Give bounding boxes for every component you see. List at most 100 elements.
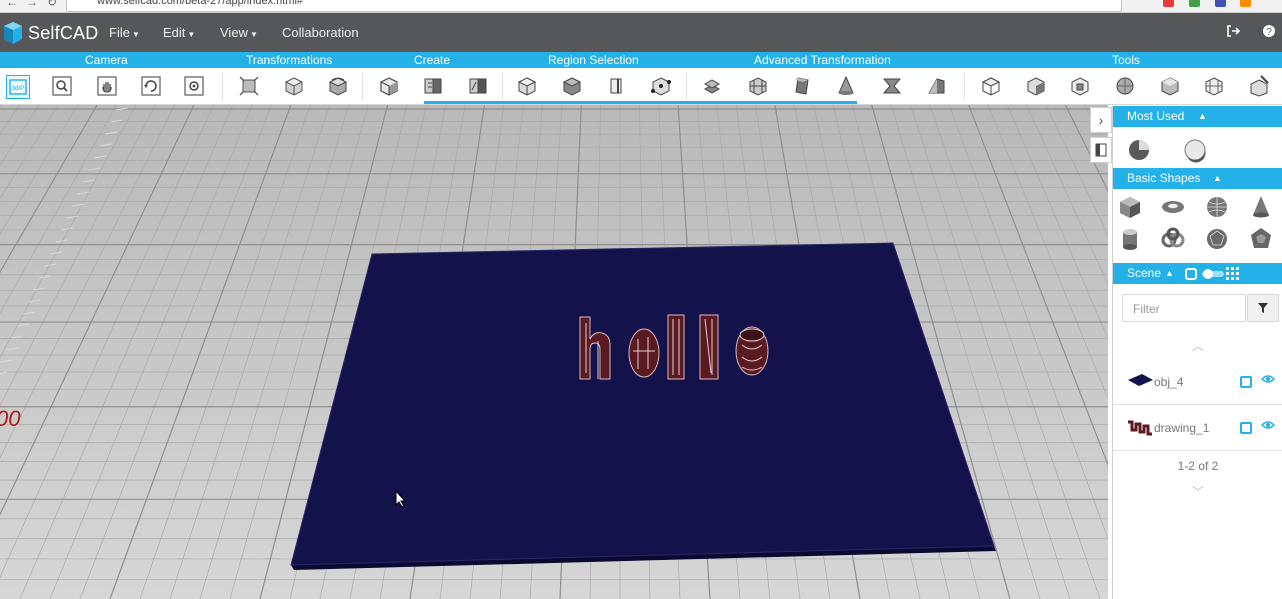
selfcad-logo[interactable]: SelfCAD <box>2 20 98 46</box>
filter-button[interactable] <box>1247 294 1279 322</box>
back-icon[interactable]: ← <box>6 0 18 9</box>
funnel-icon <box>1258 303 1268 313</box>
3d-sketch-button[interactable] <box>465 73 491 99</box>
view-toggle-switch[interactable] <box>1201 267 1225 281</box>
scene-label: Scene <box>1127 266 1162 280</box>
most-used-sphere-icon[interactable] <box>1181 136 1209 164</box>
chevron-up-icon: ▲ <box>1165 268 1174 278</box>
menu-view-label: View <box>220 25 248 40</box>
view-2d3d-label: 3d/P <box>12 86 24 92</box>
3d-viewport[interactable]: 00 <box>0 105 1108 599</box>
zoom-tool-button[interactable] <box>49 73 75 99</box>
forward-icon[interactable]: → <box>26 0 38 9</box>
torus-icon[interactable] <box>1159 193 1187 221</box>
scene-header[interactable]: Scene ▲ <box>1113 263 1282 284</box>
magic-tool-button[interactable] <box>1246 73 1272 99</box>
menu-edit[interactable]: Edit ▼ <box>163 25 195 40</box>
bend-button[interactable] <box>789 73 815 99</box>
panel-layout-icon <box>1095 143 1107 157</box>
category-tools[interactable]: Tools <box>1112 53 1140 67</box>
menu-view[interactable]: View ▼ <box>220 25 258 40</box>
extension-icon[interactable] <box>1215 0 1226 7</box>
subdivide-button[interactable] <box>745 73 771 99</box>
scroll-up-button[interactable]: ︿ <box>1113 337 1282 354</box>
basic-shapes-header[interactable]: Basic Shapes ▲ <box>1113 168 1282 189</box>
select-edge-button[interactable] <box>603 73 629 99</box>
rotate-view-button[interactable] <box>138 73 164 99</box>
cone-icon[interactable] <box>1247 193 1275 221</box>
grid-view-icon[interactable] <box>1226 267 1239 280</box>
ruler-label: 00 <box>0 406 21 431</box>
scene-canvas[interactable]: 00 <box>0 105 1108 599</box>
chevron-down-icon: ﹀ <box>1191 485 1204 499</box>
menu-collaboration[interactable]: Collaboration <box>282 25 359 40</box>
most-used-header[interactable]: Most Used ▲ <box>1113 106 1282 127</box>
category-advanced-transformation[interactable]: Advanced Transformation <box>754 53 891 67</box>
smooth-tool-button[interactable] <box>1157 73 1183 99</box>
rotate-tool-button[interactable] <box>325 73 351 99</box>
chevron-up-icon: ︿ <box>1191 339 1204 353</box>
scene-item-obj-4[interactable]: obj_4 <box>1113 360 1282 405</box>
sphere-icon[interactable] <box>1203 193 1231 221</box>
bevel-button[interactable] <box>923 73 949 99</box>
menu-file[interactable]: File ▼ <box>109 25 140 40</box>
help-icon[interactable]: ? <box>1262 24 1276 41</box>
draw-shape-button[interactable] <box>420 73 446 99</box>
extension-icon[interactable] <box>1240 0 1251 7</box>
select-all-icon[interactable] <box>1185 268 1197 280</box>
create-shape-button[interactable] <box>376 73 402 99</box>
reload-icon[interactable]: ↻ <box>47 0 57 9</box>
split-tool-button[interactable] <box>1067 73 1093 99</box>
extension-icon[interactable] <box>1189 0 1200 7</box>
toolbar: 3d/P <box>0 68 1282 105</box>
svg-text:?: ? <box>1266 27 1272 38</box>
extrude-button[interactable] <box>699 73 725 99</box>
category-transformations[interactable]: Transformations <box>246 53 332 67</box>
resize-tool-button[interactable] <box>281 73 307 99</box>
select-face-button[interactable] <box>559 73 585 99</box>
scene-filter-input[interactable]: Filter <box>1122 294 1246 322</box>
most-used-label: Most Used <box>1127 109 1185 123</box>
select-checkbox-icon[interactable] <box>1240 422 1252 434</box>
toolbar-separator <box>362 72 363 100</box>
mesh-tool-button[interactable] <box>1201 73 1227 99</box>
scene-item-drawing-1[interactable]: drawing_1 <box>1113 406 1282 451</box>
select-vertex-button[interactable] <box>648 73 674 99</box>
category-camera[interactable]: Camera <box>85 53 128 67</box>
move-tool-button[interactable] <box>236 73 262 99</box>
cube-icon[interactable] <box>1116 193 1144 221</box>
geosphere-icon[interactable] <box>1203 225 1231 253</box>
select-object-button[interactable] <box>514 73 540 99</box>
simplify-tool-button[interactable] <box>1112 73 1138 99</box>
reset-camera-button[interactable] <box>181 73 207 99</box>
measure-tool-button[interactable] <box>978 73 1004 99</box>
select-checkbox-icon[interactable] <box>1240 376 1252 388</box>
collapse-panel-button[interactable]: › <box>1090 107 1112 133</box>
visibility-eye-icon[interactable] <box>1261 374 1275 384</box>
chevron-right-icon: › <box>1098 112 1104 128</box>
workplate[interactable] <box>290 242 995 566</box>
logout-icon[interactable] <box>1226 24 1241 41</box>
chevron-up-icon: ▲ <box>1198 111 1207 121</box>
toolbar-separator <box>686 72 687 100</box>
toggle-panel-layout-button[interactable] <box>1090 137 1112 163</box>
dodecahedron-icon[interactable] <box>1247 225 1275 253</box>
menu-edit-label: Edit <box>163 25 186 40</box>
plate-thumbnail-icon <box>1128 374 1153 386</box>
scroll-down-button[interactable]: ﹀ <box>1113 483 1282 500</box>
pan-tool-button[interactable] <box>94 73 120 99</box>
knot-icon[interactable] <box>1159 225 1187 253</box>
menu-collaboration-label: Collaboration <box>282 25 359 40</box>
most-used-extrude-icon[interactable] <box>1125 136 1153 164</box>
boolean-tool-button[interactable] <box>1023 73 1049 99</box>
cylinder-icon[interactable] <box>1116 225 1144 253</box>
twist-button[interactable] <box>879 73 905 99</box>
category-create[interactable]: Create <box>414 53 450 67</box>
address-bar[interactable]: www.selfcad.com/beta-27/app/index.html# <box>66 0 1122 12</box>
visibility-eye-icon[interactable] <box>1261 420 1275 430</box>
chevron-up-icon: ▲ <box>1213 173 1222 183</box>
category-region-selection[interactable]: Region Selection <box>548 53 639 67</box>
taper-button[interactable] <box>833 73 859 99</box>
extension-icon[interactable] <box>1163 0 1174 7</box>
view-3d-perspective-button[interactable]: 3d/P <box>6 75 30 99</box>
